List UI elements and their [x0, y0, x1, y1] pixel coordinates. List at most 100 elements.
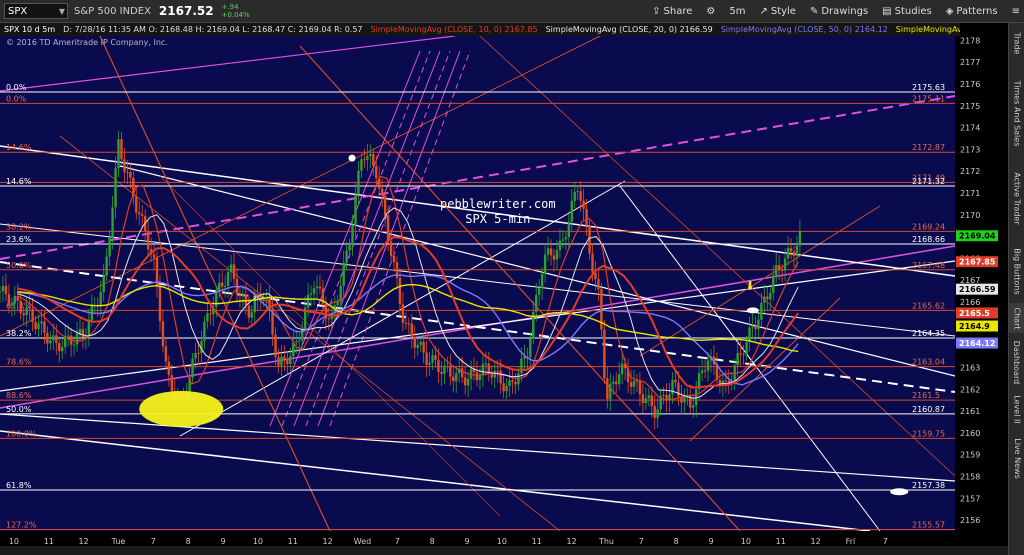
sidebar-tab-level-ii[interactable]: Level II: [1009, 389, 1024, 429]
candle-body: [218, 282, 221, 292]
candle-body: [87, 320, 91, 337]
candle-body: [161, 321, 165, 347]
candle-body: [552, 255, 556, 260]
candle-body: [555, 250, 559, 260]
price-tag-value: 2165.5: [959, 309, 990, 318]
watermark-line2: SPX 5-min: [465, 212, 531, 226]
candle-body: [573, 192, 576, 201]
candle-body: [22, 313, 25, 316]
candle-body: [540, 273, 544, 289]
candle-body: [754, 325, 757, 330]
candle-body: [783, 258, 787, 271]
x-tick-label: 9: [464, 537, 469, 546]
candle-body: [419, 341, 422, 345]
drawings-button[interactable]: ✎ Drawings: [810, 6, 868, 17]
candle-body: [789, 248, 793, 252]
fib-level-value: 2169.24: [912, 222, 945, 231]
sidebar-tab-big-buttons[interactable]: Big Buttons: [1009, 241, 1024, 301]
sidebar-tab-label: Chart: [1012, 307, 1022, 329]
candle-body: [597, 279, 600, 290]
patterns-button[interactable]: ◈ Patterns: [946, 6, 998, 17]
candle-body: [280, 356, 283, 366]
y-tick-label: 2166: [960, 298, 980, 307]
sidebar-tab-times-and-sales[interactable]: Times And Sales: [1009, 73, 1024, 153]
sidebar-tab-active-trader[interactable]: Active Trader: [1009, 163, 1024, 233]
candle-body: [404, 322, 408, 324]
x-tick-label: 10: [741, 537, 751, 546]
candle-body: [138, 212, 141, 215]
candle-body: [398, 277, 402, 305]
fib-level-label: 14.6%: [6, 177, 32, 186]
candle-body: [617, 374, 621, 385]
horizontal-scrollbar[interactable]: [0, 546, 1008, 555]
candle-body: [594, 272, 597, 280]
candle-body: [1, 285, 5, 292]
pivot-marker: [746, 307, 759, 314]
index-name: S&P 500 INDEX: [74, 5, 151, 17]
share-button[interactable]: ⇪ Share: [652, 6, 692, 17]
candle-body: [760, 302, 763, 320]
candle-body: [452, 376, 455, 382]
candle-body: [7, 294, 11, 306]
candle-body: [609, 383, 612, 400]
candle-body: [748, 327, 751, 343]
fib-level-label: 38.2%: [6, 222, 32, 231]
candle-body: [286, 358, 289, 365]
fib-level-label: 100.0%: [6, 429, 37, 438]
candle-body: [203, 321, 206, 341]
settings-button[interactable]: ⚙: [706, 6, 715, 17]
menu-button[interactable]: ≡: [1012, 6, 1020, 17]
fib-level-label: 61.8%: [6, 481, 32, 490]
candle-body: [620, 363, 624, 375]
candle-body: [683, 396, 686, 403]
pivot-marker: [890, 488, 909, 496]
sidebar-tab-chart[interactable]: Chart: [1009, 303, 1024, 333]
candle-body: [481, 363, 485, 376]
y-tick-label: 2175: [960, 102, 980, 111]
candle-body: [244, 294, 248, 306]
candle-body: [152, 254, 156, 258]
sidebar-tab-live-news[interactable]: Live News: [1009, 433, 1024, 483]
interval-button[interactable]: 5m: [729, 6, 745, 17]
candle-body: [309, 293, 313, 295]
fib-level-value: 2155.57: [912, 520, 945, 529]
candle-body: [43, 321, 46, 333]
candle-body: [363, 159, 366, 161]
candle-body: [357, 170, 360, 195]
drawings-label: Drawings: [821, 5, 869, 17]
x-tick-label: 7: [639, 537, 644, 546]
candle-body: [792, 251, 796, 256]
studies-button[interactable]: ▤ Studies: [882, 6, 932, 17]
candle-body: [191, 358, 194, 378]
fib-level-value: 2167.48: [912, 261, 945, 270]
candle-body: [671, 379, 674, 395]
sidebar-tab-dashboard[interactable]: Dashboard: [1009, 337, 1024, 387]
candle-body: [360, 159, 363, 171]
legend-item-sma-extra: SimpleMovingAvg...: [896, 25, 960, 34]
candle-body: [475, 372, 479, 381]
price-chart[interactable]: 0.0% 2175.630.0% 2175.1114.6% 2172.872171.4…: [0, 36, 1008, 555]
candle-body: [72, 344, 76, 346]
sidebar-tab-label: Level II: [1012, 394, 1022, 424]
candle-body: [431, 355, 434, 363]
candle-body: [478, 375, 482, 381]
candle-body: [354, 194, 357, 226]
fib-level-value: 2172.87: [912, 143, 945, 152]
candle-body: [129, 172, 132, 178]
candle-body: [428, 362, 431, 365]
legend-item-sma10: SimpleMovingAvg (CLOSE, 10, 0) 2167.85: [371, 25, 538, 34]
sidebar-tab-trade[interactable]: Trade: [1009, 27, 1024, 59]
candle-body: [274, 334, 277, 357]
candle-body: [780, 269, 784, 271]
sidebar-tab-label: Live News: [1012, 437, 1022, 479]
fib-level-value: 2161.5: [912, 391, 940, 400]
candle-body: [126, 171, 129, 173]
candle-body: [706, 360, 710, 371]
candle-body: [724, 380, 728, 382]
candle-body: [37, 323, 40, 330]
fib-level-value: 2163.04: [912, 358, 945, 367]
symbol-input[interactable]: SPX ▼: [4, 3, 68, 19]
candle-body: [241, 294, 245, 297]
style-button[interactable]: ↗ Style: [759, 6, 796, 17]
x-tick-label: 12: [567, 537, 577, 546]
